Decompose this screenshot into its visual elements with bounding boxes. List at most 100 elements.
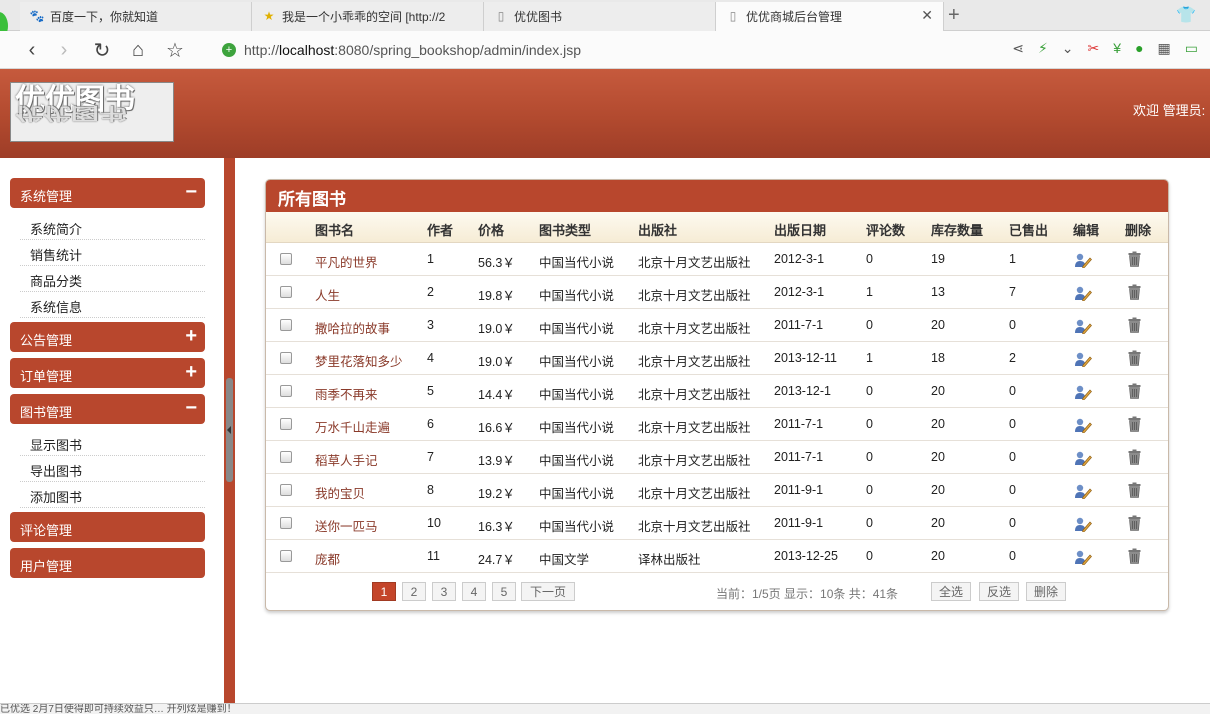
book-name-link[interactable]: 雨季不再来 xyxy=(315,384,378,403)
edit-icon[interactable] xyxy=(1074,252,1092,269)
trash-icon[interactable] xyxy=(1128,416,1141,432)
book-name-link[interactable]: 我的宝贝 xyxy=(315,483,365,502)
menu-notice[interactable]: 公告管理 + xyxy=(10,322,205,352)
trash-icon[interactable] xyxy=(1128,383,1141,399)
collapse-icon[interactable]: − xyxy=(185,397,197,419)
edit-icon[interactable] xyxy=(1074,516,1092,533)
new-tab-button[interactable]: + xyxy=(948,4,960,27)
collapse-icon[interactable]: − xyxy=(185,181,197,203)
menu-item-add-book[interactable]: 添加图书 xyxy=(20,482,205,508)
trash-icon[interactable] xyxy=(1128,515,1141,531)
bookmark-star-icon[interactable]: ☆ xyxy=(163,38,187,62)
book-name-link[interactable]: 梦里花落知多少 xyxy=(315,351,403,370)
back-icon[interactable]: ‹ xyxy=(20,38,44,62)
row-checkbox[interactable] xyxy=(280,418,292,430)
menu-users[interactable]: 用户管理 xyxy=(10,548,205,578)
column-header: 图书名 xyxy=(315,224,355,239)
chevron-down-icon[interactable]: ⌄ xyxy=(1062,40,1074,57)
table-cell: 北京十月文艺出版社 xyxy=(638,355,751,369)
browser-tab-baidu[interactable]: 🐾 百度一下，你就知道 xyxy=(20,2,252,31)
book-name-link[interactable]: 撒哈拉的故事 xyxy=(315,318,390,337)
menu-item-export-books[interactable]: 导出图书 xyxy=(20,456,205,482)
trash-icon[interactable] xyxy=(1128,317,1141,333)
trash-icon[interactable] xyxy=(1128,482,1141,498)
table-row: 人生 2 19.8￥ 中国当代小说 北京十月文艺出版社 2012-3-1 1 13 7 xyxy=(266,276,1168,309)
menu-item-sales[interactable]: 销售统计 xyxy=(20,240,205,266)
forward-icon[interactable]: › xyxy=(52,38,76,62)
row-checkbox[interactable] xyxy=(280,385,292,397)
menu-system[interactable]: 系统管理 − xyxy=(10,178,205,208)
trash-icon[interactable] xyxy=(1128,284,1141,300)
book-name-link[interactable]: 稻草人手记 xyxy=(315,450,378,469)
row-checkbox[interactable] xyxy=(280,286,292,298)
row-checkbox[interactable] xyxy=(280,484,292,496)
home-icon[interactable]: ⌂ xyxy=(126,38,150,62)
page-button-2[interactable]: 2 xyxy=(402,582,426,601)
wechat-icon[interactable]: ● xyxy=(1135,40,1143,57)
scissors-icon[interactable]: ✂ xyxy=(1088,40,1100,57)
table-cell: 14.4￥ xyxy=(478,388,515,402)
page-button-5[interactable]: 5 xyxy=(492,582,516,601)
table-cell: 1 xyxy=(866,285,873,299)
share-icon[interactable]: ⋖ xyxy=(1012,40,1024,57)
book-name-link[interactable]: 庞都 xyxy=(315,549,340,568)
shirt-icon[interactable]: 👕 xyxy=(1176,5,1196,25)
page-button-4[interactable]: 4 xyxy=(462,582,486,601)
trash-icon[interactable] xyxy=(1128,251,1141,267)
row-checkbox[interactable] xyxy=(280,253,292,265)
edit-icon[interactable] xyxy=(1074,351,1092,368)
browser-tab-bookshop[interactable]: ▯ 优优图书 xyxy=(484,2,716,31)
menu-item-category[interactable]: 商品分类 xyxy=(20,266,205,292)
browser-tab-qzone[interactable]: ★ 我是一个小乖乖的空间 [http://2 xyxy=(252,2,484,31)
row-checkbox[interactable] xyxy=(280,550,292,562)
reload-icon[interactable]: ↻ xyxy=(90,38,114,62)
book-name-link[interactable]: 人生 xyxy=(315,285,340,304)
table-cell: 北京十月文艺出版社 xyxy=(638,487,751,501)
row-checkbox[interactable] xyxy=(280,517,292,529)
trash-icon[interactable] xyxy=(1128,548,1141,564)
edit-icon[interactable] xyxy=(1074,417,1092,434)
table-cell: 19.0￥ xyxy=(478,322,515,336)
invert-selection-button[interactable]: 反选 xyxy=(979,582,1019,601)
expand-icon[interactable]: + xyxy=(185,361,197,383)
menu-item-sysinfo[interactable]: 系统信息 xyxy=(20,292,205,318)
menu-item-show-books[interactable]: 显示图书 xyxy=(20,430,205,456)
next-page-button[interactable]: 下一页 xyxy=(521,582,575,601)
expand-icon[interactable]: + xyxy=(185,325,197,347)
table-cell: 24.7￥ xyxy=(478,553,515,567)
apps-icon[interactable]: ▦ xyxy=(1158,40,1171,57)
page-button-1[interactable]: 1 xyxy=(372,582,396,601)
row-checkbox[interactable] xyxy=(280,319,292,331)
yen-icon[interactable]: ¥ xyxy=(1113,40,1121,57)
sidebar-splitter[interactable] xyxy=(224,158,235,714)
book-name-link[interactable]: 送你一匹马 xyxy=(315,516,378,535)
trash-icon[interactable] xyxy=(1128,449,1141,465)
edit-icon[interactable] xyxy=(1074,384,1092,401)
edit-icon[interactable] xyxy=(1074,318,1092,335)
row-checkbox[interactable] xyxy=(280,451,292,463)
edit-icon[interactable] xyxy=(1074,450,1092,467)
delete-selected-button[interactable]: 删除 xyxy=(1026,582,1066,601)
table-row: 我的宝贝 8 19.2￥ 中国当代小说 北京十月文艺出版社 2011-9-1 0 20 0 xyxy=(266,474,1168,507)
table-cell: 0 xyxy=(1009,483,1016,497)
edit-icon[interactable] xyxy=(1074,483,1092,500)
address-bar[interactable]: + http://localhost:8080/spring_bookshop/… xyxy=(222,38,1012,62)
table-cell: 20 xyxy=(931,417,945,431)
menu-comments[interactable]: 评论管理 xyxy=(10,512,205,542)
browser-tab-admin[interactable]: ▯ 优优商城后台管理 ✕ xyxy=(716,2,944,31)
row-checkbox[interactable] xyxy=(280,352,292,364)
collapse-handle[interactable] xyxy=(226,378,233,482)
select-all-button[interactable]: 全选 xyxy=(931,582,971,601)
menu-orders[interactable]: 订单管理 + xyxy=(10,358,205,388)
trash-icon[interactable] xyxy=(1128,350,1141,366)
battery-icon[interactable]: ▭ xyxy=(1185,40,1198,57)
book-name-link[interactable]: 平凡的世界 xyxy=(315,252,378,271)
close-icon[interactable]: ✕ xyxy=(921,7,933,24)
edit-icon[interactable] xyxy=(1074,285,1092,302)
book-name-link[interactable]: 万水千山走遍 xyxy=(315,417,390,436)
menu-item-intro[interactable]: 系统简介 xyxy=(20,214,205,240)
lightning-icon[interactable]: ⚡ xyxy=(1038,40,1048,57)
edit-icon[interactable] xyxy=(1074,549,1092,566)
page-button-3[interactable]: 3 xyxy=(432,582,456,601)
menu-books[interactable]: 图书管理 − xyxy=(10,394,205,424)
